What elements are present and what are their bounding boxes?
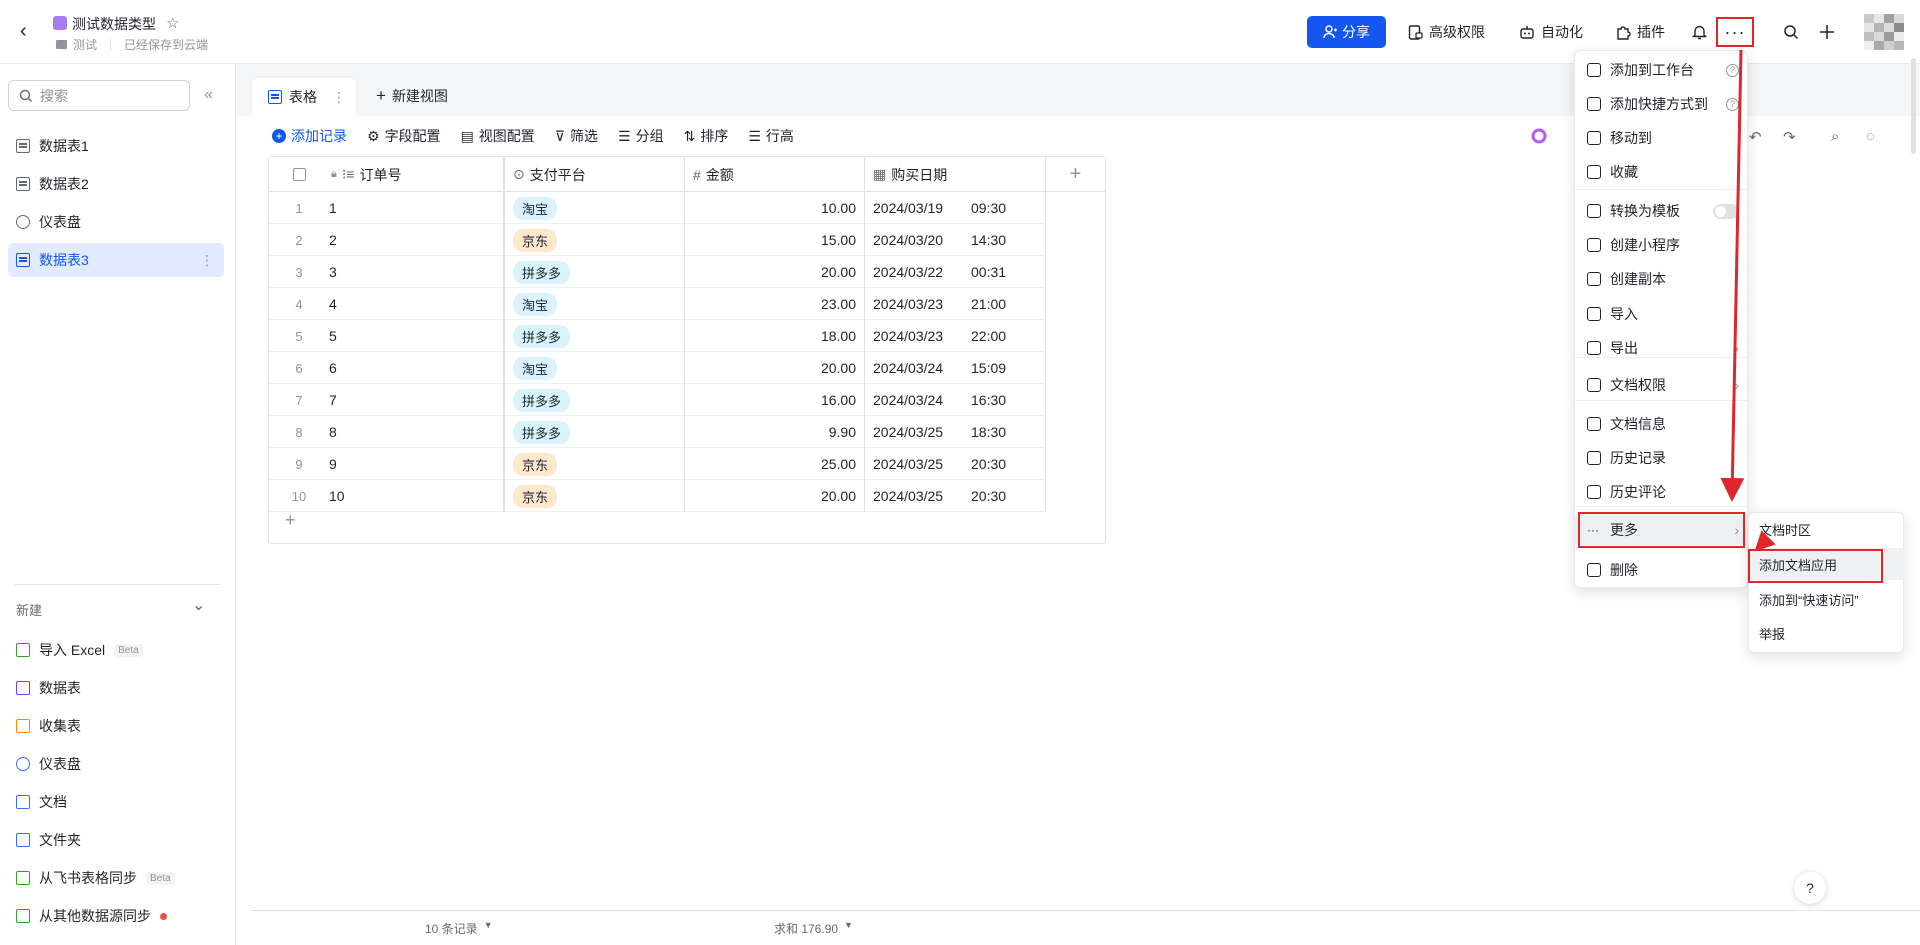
help-icon[interactable]: ? [1794, 872, 1826, 904]
scrollbar[interactable] [1911, 58, 1916, 154]
annotation-arrows [1720, 49, 1776, 552]
